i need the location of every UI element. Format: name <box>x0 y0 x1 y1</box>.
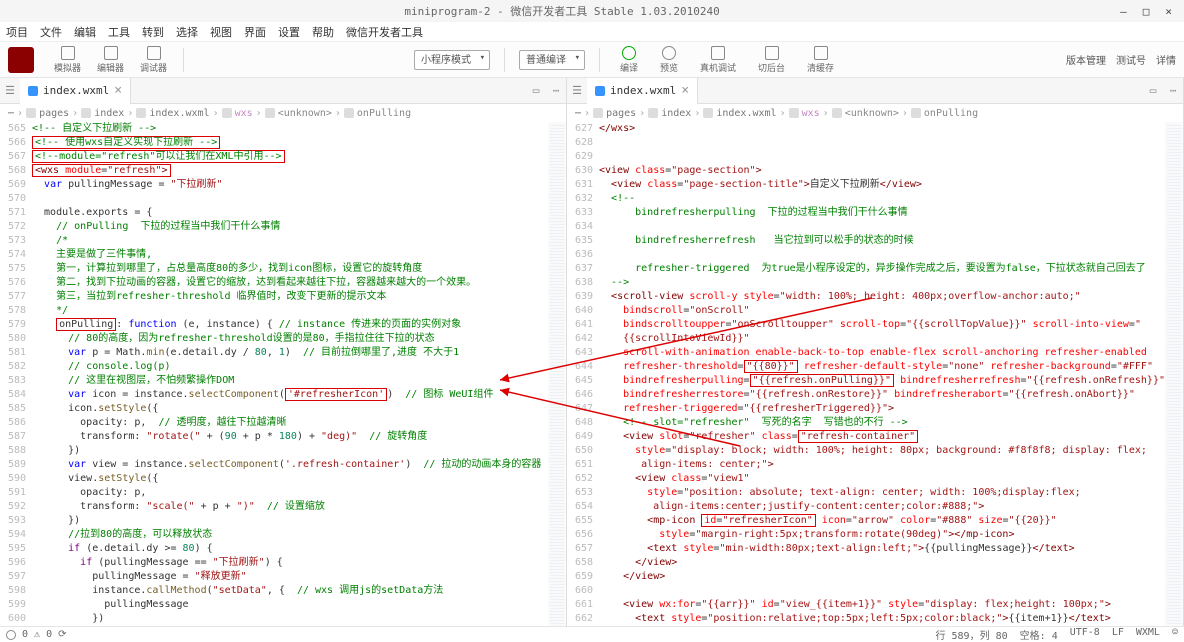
compile-dropdown[interactable]: 普通编译 <box>519 50 585 70</box>
close-button[interactable]: × <box>1161 5 1176 18</box>
right-breadcrumb[interactable]: ⋯ › pages › index › index.wxml › wxs › <… <box>567 104 1183 122</box>
spaces-indicator[interactable]: 空格: 4 <box>1020 627 1058 642</box>
more-icon[interactable]: ⋯ <box>1163 81 1183 101</box>
file-icon <box>595 86 605 96</box>
tab-index-wxml[interactable]: index.wxml × <box>20 78 131 104</box>
menu-设置[interactable]: 设置 <box>278 24 300 40</box>
tab-label: index.wxml <box>610 84 676 97</box>
language-mode[interactable]: WXML <box>1136 627 1160 642</box>
more-icon[interactable]: ⋯ <box>546 81 566 101</box>
warning-icon: ⚠ <box>34 629 40 640</box>
remote-debug-button[interactable]: 真机调试 <box>694 44 742 76</box>
split-icon[interactable]: ▭ <box>526 81 546 101</box>
menu-编辑[interactable]: 编辑 <box>74 24 96 40</box>
minimap[interactable] <box>548 122 566 626</box>
explorer-icon[interactable]: ☰ <box>0 81 20 101</box>
menu-工具[interactable]: 工具 <box>108 24 130 40</box>
detail-button[interactable]: 详情 <box>1156 52 1176 67</box>
split-icon[interactable]: ▭ <box>1143 81 1163 101</box>
statusbar: 0 ⚠0 ⟳ 行 589，列 80 空格: 4 UTF-8 LF WXML ☺ <box>0 626 1184 642</box>
editor-panes: ☰ index.wxml × ▭ ⋯ ⋯ › pages › index › i… <box>0 78 1184 626</box>
sync-icon[interactable]: ⟳ <box>58 629 66 640</box>
clear-cache-button[interactable]: 清缓存 <box>801 44 840 76</box>
right-pane: ☰ index.wxml × ▭ ⋯ ⋯ › pages › index › i… <box>567 78 1184 626</box>
compile-button[interactable]: 编译 <box>614 44 644 76</box>
menu-微信开发者工具[interactable]: 微信开发者工具 <box>346 24 423 40</box>
right-tabbar: ☰ index.wxml × ▭ ⋯ <box>567 78 1183 104</box>
left-breadcrumb[interactable]: ⋯ › pages › index › index.wxml › wxs › <… <box>0 104 566 122</box>
avatar[interactable] <box>8 47 34 73</box>
simulator-button[interactable]: 模拟器 <box>48 44 87 76</box>
cut-bg-button[interactable]: 切后台 <box>752 44 791 76</box>
menu-选择[interactable]: 选择 <box>176 24 198 40</box>
maximize-button[interactable]: □ <box>1139 5 1154 18</box>
tab-close[interactable]: × <box>681 83 689 98</box>
menu-转到[interactable]: 转到 <box>142 24 164 40</box>
version-mgmt[interactable]: 版本管理 <box>1066 52 1106 67</box>
preview-button[interactable]: 预览 <box>654 44 684 76</box>
toolbar: 模拟器 编辑器 调试器 小程序模式 普通编译 编译 预览 真机调试 切后台 清缓… <box>0 42 1184 78</box>
encoding[interactable]: UTF-8 <box>1070 627 1100 642</box>
eol[interactable]: LF <box>1112 627 1124 642</box>
editor-button[interactable]: 编辑器 <box>91 44 130 76</box>
tab-index-wxml[interactable]: index.wxml × <box>587 78 698 104</box>
minimap[interactable] <box>1165 122 1183 626</box>
menu-视图[interactable]: 视图 <box>210 24 232 40</box>
error-icon[interactable] <box>6 630 16 640</box>
left-tabbar: ☰ index.wxml × ▭ ⋯ <box>0 78 566 104</box>
feedback-icon[interactable]: ☺ <box>1172 627 1178 642</box>
debugger-button[interactable]: 调试器 <box>134 44 173 76</box>
right-editor[interactable]: 6276286296306316326336346356366376386396… <box>567 122 1183 626</box>
menu-项目[interactable]: 项目 <box>6 24 28 40</box>
titlebar: miniprogram-2 - 微信开发者工具 Stable 1.03.2010… <box>0 0 1184 22</box>
minimize-button[interactable]: — <box>1116 5 1131 18</box>
menubar: 项目文件编辑工具转到选择视图界面设置帮助微信开发者工具 <box>0 22 1184 42</box>
window-title: miniprogram-2 - 微信开发者工具 Stable 1.03.2010… <box>8 3 1116 19</box>
left-editor[interactable]: 5655665675685695705715725735745755765775… <box>0 122 566 626</box>
tab-close[interactable]: × <box>114 83 122 98</box>
tab-label: index.wxml <box>43 84 109 97</box>
menu-文件[interactable]: 文件 <box>40 24 62 40</box>
left-pane: ☰ index.wxml × ▭ ⋯ ⋯ › pages › index › i… <box>0 78 567 626</box>
menu-界面[interactable]: 界面 <box>244 24 266 40</box>
explorer-icon[interactable]: ☰ <box>567 81 587 101</box>
cursor-pos[interactable]: 行 589，列 80 <box>936 627 1008 642</box>
test-account[interactable]: 测试号 <box>1116 52 1146 67</box>
mode-dropdown[interactable]: 小程序模式 <box>414 50 490 70</box>
menu-帮助[interactable]: 帮助 <box>312 24 334 40</box>
file-icon <box>28 86 38 96</box>
